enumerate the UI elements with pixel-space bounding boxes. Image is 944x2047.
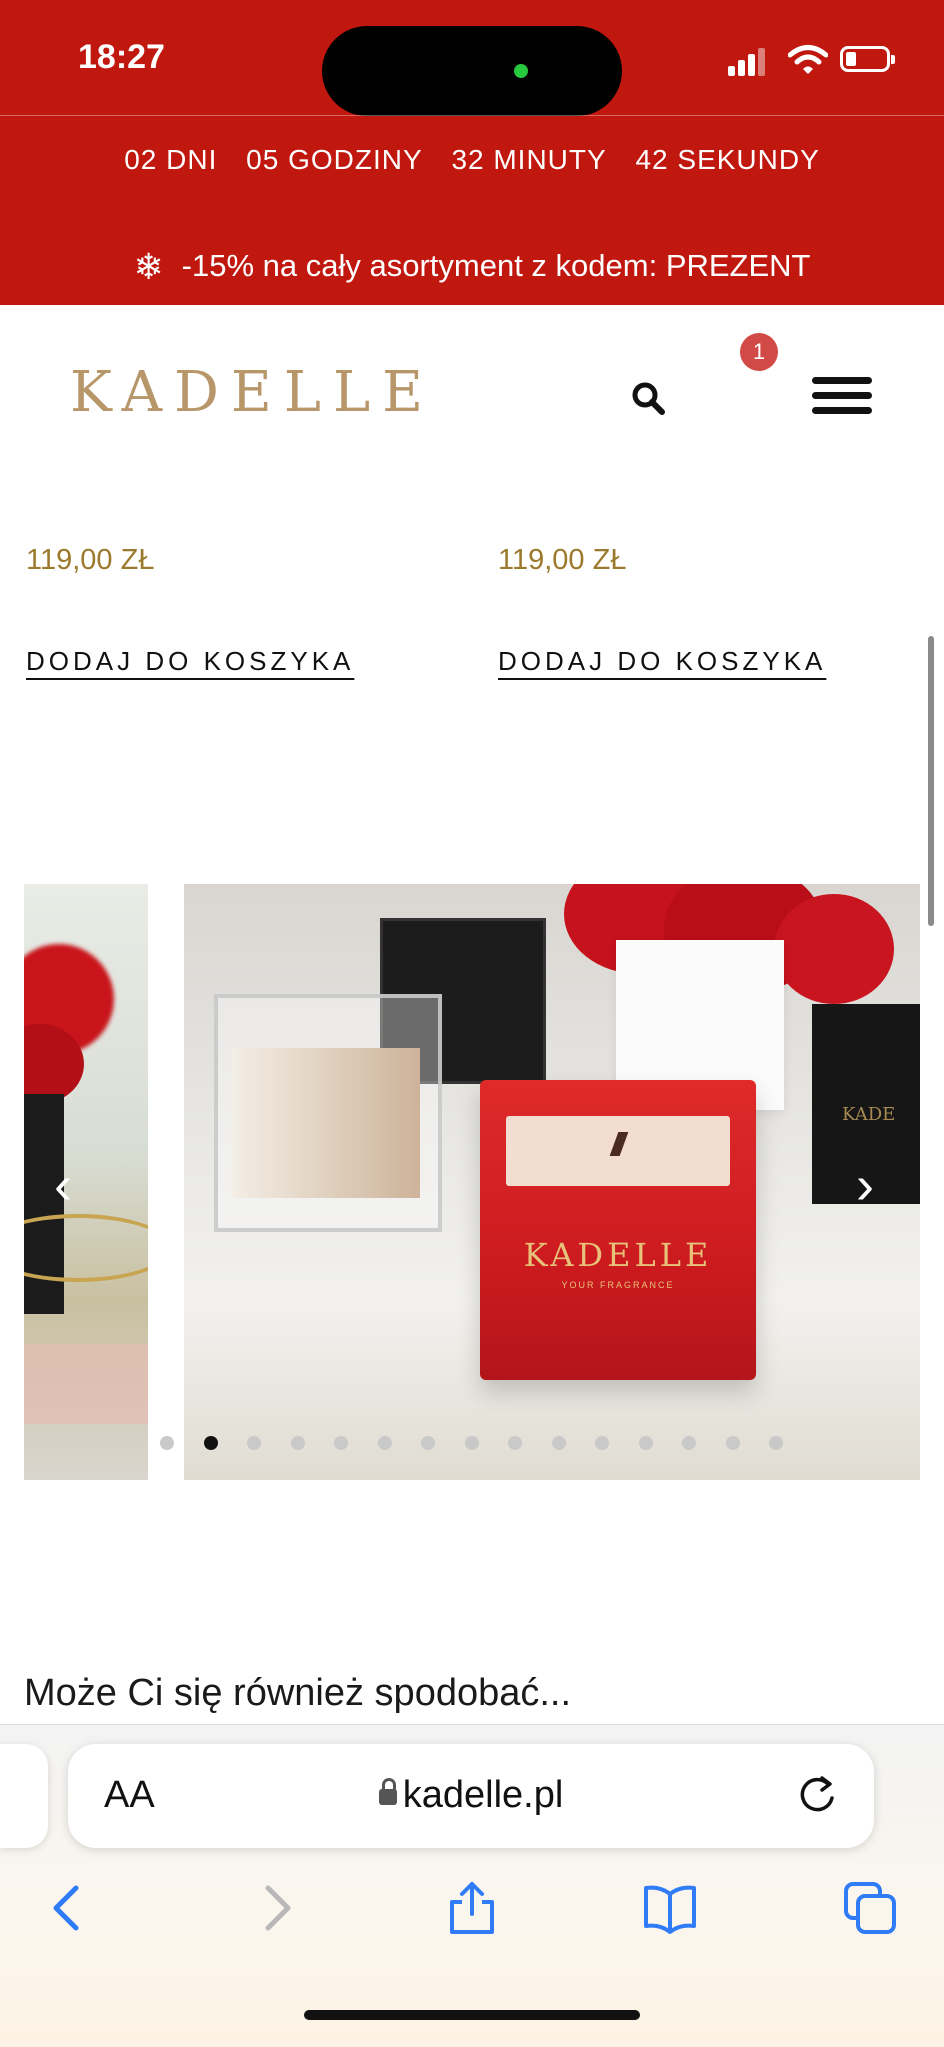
snowflake-icon: ❄ — [133, 246, 164, 287]
lock-icon — [378, 1778, 397, 1805]
promo-banner[interactable]: ❄ -15% na cały asortyment z kodem: PREZEN… — [0, 246, 944, 288]
signal-icon — [728, 46, 768, 76]
slider-dot[interactable] — [334, 1436, 348, 1450]
reload-icon[interactable] — [792, 1770, 842, 1820]
slider-pagination — [0, 1436, 944, 1456]
countdown-minutes: 32 MINUTY — [451, 144, 607, 175]
search-icon[interactable] — [628, 378, 668, 418]
slider-dot[interactable] — [160, 1436, 174, 1450]
cart-count-badge[interactable]: 1 — [740, 333, 778, 371]
recommendations-title: Może Ci się również spodobać... — [24, 1672, 572, 1714]
slider-dot[interactable] — [508, 1436, 522, 1450]
previous-slide-image[interactable]: ‹ — [24, 884, 148, 1480]
wifi-icon — [788, 45, 828, 74]
countdown-hours: 05 GODZINY — [246, 144, 423, 175]
promo-text: -15% na cały asortyment z kodem: PREZENT — [181, 248, 811, 283]
chevron-left-icon[interactable]: ‹ — [54, 1154, 72, 1216]
slider-dot[interactable] — [725, 1436, 740, 1450]
dynamic-island — [322, 26, 622, 116]
add-to-cart-button[interactable]: DODAJ DO KOSZYKA — [26, 646, 354, 677]
bookmarks-icon[interactable] — [642, 1880, 698, 1936]
countdown-timer: 02 DNI 05 GODZINY 32 MINUTY 42 SEKUNDY — [0, 144, 944, 176]
slider-dot[interactable] — [377, 1436, 392, 1450]
status-time: 18:27 — [78, 38, 165, 76]
candle-sub-label: YOUR FRAGRANCE — [561, 1280, 675, 1290]
back-icon[interactable] — [42, 1880, 98, 1936]
slider-dot[interactable] — [421, 1436, 435, 1450]
product-price: 119,00 ZŁ — [498, 544, 627, 576]
product-price: 119,00 ZŁ — [26, 544, 155, 576]
page-scrollbar[interactable] — [928, 636, 934, 926]
add-to-cart-button[interactable]: DODAJ DO KOSZYKA — [498, 646, 826, 677]
slider-dot[interactable] — [769, 1436, 783, 1450]
address-bar[interactable]: AA kadelle.pl — [68, 1744, 874, 1848]
url-display[interactable]: kadelle.pl — [68, 1774, 874, 1817]
site-logo[interactable]: KADELLE — [70, 360, 435, 425]
countdown-days: 02 DNI — [124, 144, 218, 175]
slider-dot[interactable] — [203, 1436, 218, 1450]
battery-icon — [840, 46, 895, 72]
forward-icon[interactable] — [246, 1880, 302, 1936]
home-indicator[interactable] — [304, 2010, 640, 2020]
url-text: kadelle.pl — [402, 1774, 564, 1816]
chevron-right-icon[interactable]: › — [856, 1154, 874, 1216]
menu-icon[interactable] — [812, 377, 872, 417]
previous-tab-preview[interactable] — [0, 1744, 48, 1848]
tabs-icon[interactable] — [842, 1880, 898, 1936]
status-icons — [728, 45, 898, 76]
slider-dot[interactable] — [551, 1436, 566, 1450]
slider-dot[interactable] — [290, 1436, 305, 1450]
header-divider — [0, 115, 944, 116]
camera-indicator — [514, 64, 528, 78]
candle-brand-label: KADELLE — [523, 1236, 713, 1274]
slider-dot[interactable] — [682, 1436, 696, 1450]
share-icon[interactable] — [444, 1880, 500, 1936]
slider-dot[interactable] — [638, 1436, 653, 1450]
slider-dot[interactable] — [464, 1436, 479, 1450]
slider-dot[interactable] — [595, 1436, 609, 1450]
countdown-seconds: 42 SEKUNDY — [635, 144, 820, 175]
slider-dot[interactable] — [247, 1436, 261, 1450]
product-slide-image[interactable]: KADE KADELLE YOUR FRAGRANCE › — [184, 884, 920, 1480]
